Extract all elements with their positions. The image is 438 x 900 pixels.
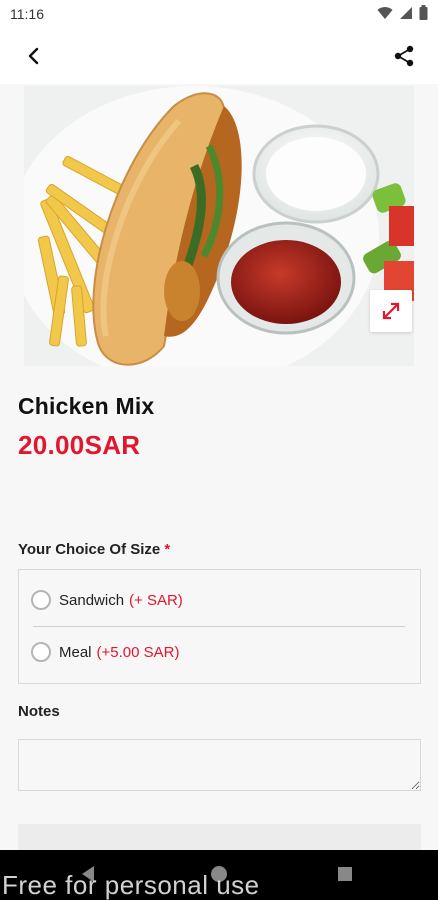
radio-button[interactable] bbox=[31, 642, 51, 662]
option-extra-price: (+ SAR) bbox=[129, 591, 183, 609]
back-arrow-icon bbox=[28, 47, 39, 65]
radio-button[interactable] bbox=[31, 590, 51, 610]
option-name: Sandwich bbox=[59, 591, 125, 609]
share-icon bbox=[394, 45, 414, 67]
size-choice-label-text: Your Choice Of Size bbox=[18, 541, 161, 558]
product-price: 20.00SAR bbox=[18, 430, 141, 460]
status-bar: 11:16 bbox=[0, 0, 438, 28]
status-time: 11:16 bbox=[10, 6, 44, 22]
notes-input[interactable] bbox=[18, 739, 421, 791]
expand-image-button[interactable] bbox=[370, 290, 412, 332]
watermark: Free for personal use bbox=[2, 870, 260, 900]
option-sandwich[interactable]: Sandwich (+ SAR) bbox=[31, 580, 183, 620]
nav-recent-icon[interactable] bbox=[338, 867, 352, 881]
size-choice-label: Your Choice Of Size * bbox=[18, 541, 170, 558]
expand-icon bbox=[382, 302, 400, 320]
option-meal[interactable]: Meal (+5.00 SAR) bbox=[31, 632, 179, 672]
product-name: Chicken Mix bbox=[18, 393, 155, 419]
option-name: Meal bbox=[59, 643, 92, 661]
notes-label: Notes bbox=[18, 703, 60, 720]
battery-icon bbox=[419, 5, 428, 20]
status-icons bbox=[377, 5, 428, 20]
share-button[interactable] bbox=[390, 42, 418, 70]
option-extra-price: (+5.00 SAR) bbox=[96, 643, 180, 661]
app-bar bbox=[0, 28, 438, 84]
sandwich-photo bbox=[24, 86, 414, 366]
required-marker: * bbox=[164, 541, 171, 558]
back-button[interactable] bbox=[20, 42, 48, 70]
product-image[interactable] bbox=[24, 86, 414, 366]
bottom-panel bbox=[18, 824, 421, 852]
size-options-group: Sandwich (+ SAR) Meal (+5.00 SAR) bbox=[18, 569, 421, 684]
signal-icon bbox=[400, 6, 412, 19]
option-divider bbox=[33, 626, 405, 627]
wifi-icon bbox=[377, 6, 393, 19]
